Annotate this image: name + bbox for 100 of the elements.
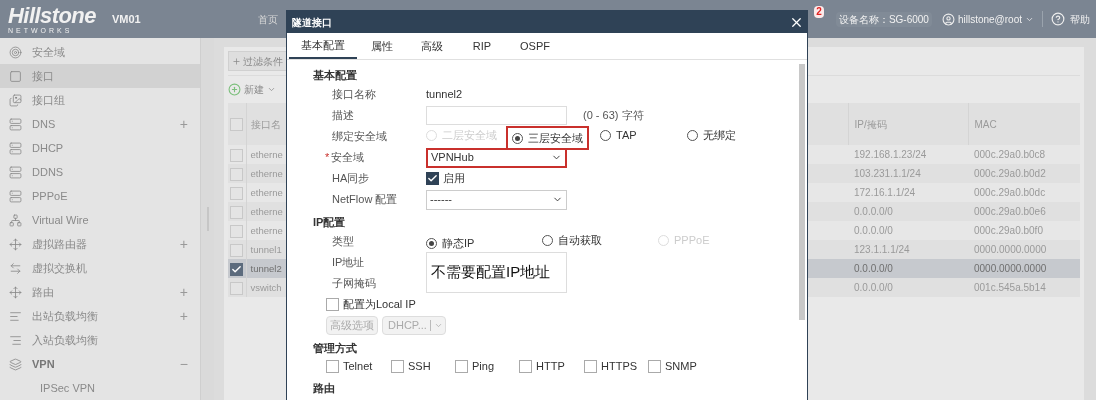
table-cell: 000c.29a0.b0f0 bbox=[974, 225, 1043, 236]
sidebar-item[interactable]: Virtual Wire bbox=[0, 208, 200, 232]
sidebar-item[interactable]: 安全域 bbox=[0, 40, 200, 64]
table-cell: 000c.29a0.b0e6 bbox=[974, 206, 1046, 217]
radio-button[interactable] bbox=[600, 129, 611, 141]
sidebar-item[interactable]: VPN − bbox=[0, 352, 200, 376]
checkbox[interactable] bbox=[391, 360, 404, 373]
square-icon bbox=[9, 69, 22, 83]
table-cell: 000c.29a0.b0c8 bbox=[974, 149, 1046, 160]
checkbox-label: 启用 bbox=[443, 171, 465, 187]
radio-button[interactable] bbox=[687, 129, 698, 141]
tab[interactable]: OSPF bbox=[507, 33, 563, 59]
arrows-icon bbox=[9, 261, 22, 275]
checkbox[interactable] bbox=[648, 360, 661, 373]
field-label: IP地址 bbox=[332, 255, 366, 271]
sidebar-item[interactable]: IPSec VPN bbox=[0, 376, 200, 400]
move-icon bbox=[9, 237, 22, 251]
section-title: IP配置 bbox=[313, 214, 347, 230]
table-cell: etherne bbox=[250, 167, 283, 179]
table-cell: 123.1.1.1/24 bbox=[854, 244, 910, 255]
radio-label: 三层安全域 bbox=[528, 131, 583, 146]
table-cell: etherne bbox=[250, 186, 283, 198]
checkbox[interactable] bbox=[426, 172, 439, 185]
sidebar-item[interactable]: 路由 + bbox=[0, 280, 200, 304]
table-cell: 192.168.1.23/24 bbox=[854, 149, 927, 160]
device-name: 设备名称：SG-6000 bbox=[835, 11, 932, 27]
sidebar-item[interactable]: DHCP bbox=[0, 136, 200, 160]
notification-badge: 2 bbox=[814, 6, 824, 18]
help-link[interactable]: 帮助 bbox=[1070, 11, 1090, 27]
toggle-sign[interactable]: + bbox=[179, 237, 188, 251]
sidebar-item[interactable]: 虚拟交换机 bbox=[0, 256, 200, 280]
server-icon bbox=[9, 117, 22, 131]
radio-button[interactable] bbox=[426, 237, 437, 249]
checkbox[interactable] bbox=[326, 360, 339, 373]
toggle-sign[interactable]: − bbox=[179, 357, 188, 371]
filter-button[interactable]: 过滤条件 bbox=[228, 51, 287, 71]
checkbox[interactable] bbox=[519, 360, 532, 373]
section-title: 基本配置 bbox=[313, 67, 358, 83]
sidebar-item[interactable]: 入站负载均衡 bbox=[0, 328, 200, 352]
checkbox-label: 配置为Local IP bbox=[343, 297, 416, 313]
field-value: tunnel2 bbox=[426, 87, 463, 103]
field-label: 类型 bbox=[332, 234, 354, 250]
field-label: NetFlow 配置 bbox=[332, 192, 398, 208]
sidebar-item[interactable]: DDNS bbox=[0, 160, 200, 184]
tab[interactable]: 属性 bbox=[357, 33, 407, 59]
plus-icon bbox=[232, 56, 241, 66]
sidebar-item[interactable]: 接口 bbox=[0, 64, 200, 88]
target-icon bbox=[9, 45, 22, 59]
checkbox-label: HTTP bbox=[536, 359, 565, 375]
server-icon bbox=[9, 141, 22, 155]
new-button[interactable]: 新建 bbox=[228, 82, 276, 97]
required-mark: * bbox=[325, 150, 330, 166]
table-cell: 0.0.0.0/0 bbox=[854, 282, 893, 293]
sidebar-item[interactable]: 接口组 bbox=[0, 88, 200, 112]
checkbox[interactable] bbox=[230, 262, 244, 276]
table-cell: 0000.0000.0000 bbox=[974, 263, 1047, 274]
tab[interactable]: RIP bbox=[457, 33, 507, 59]
field-hint: (0 - 63) 字符 bbox=[583, 108, 644, 124]
server-icon bbox=[9, 189, 22, 203]
network-icon bbox=[9, 213, 22, 227]
checkbox[interactable] bbox=[326, 298, 339, 311]
toggle-sign[interactable]: + bbox=[179, 117, 188, 131]
checkbox[interactable] bbox=[455, 360, 468, 373]
checkbox-label: HTTPS bbox=[601, 359, 638, 375]
select-field[interactable]: ------ bbox=[426, 189, 567, 210]
sidebar-item[interactable]: DNS + bbox=[0, 112, 200, 136]
select-field[interactable]: VPNHub bbox=[426, 147, 567, 168]
dialog-title: 隧道接口 bbox=[292, 15, 332, 30]
nav-link[interactable]: 首页 bbox=[258, 11, 278, 27]
field-label: HA同步 bbox=[332, 171, 370, 187]
table-cell: 0.0.0.0/0 bbox=[854, 225, 893, 236]
images-icon bbox=[9, 93, 22, 107]
tab[interactable]: 基本配置 bbox=[289, 33, 357, 59]
sidebar-item[interactable]: PPPoE bbox=[0, 184, 200, 208]
table-cell: 103.231.1.1/24 bbox=[854, 168, 921, 179]
description-field[interactable] bbox=[426, 106, 567, 125]
table-cell: 0000.0000.0000 bbox=[974, 244, 1047, 255]
field-label: 绑定安全域 bbox=[332, 129, 387, 145]
column-header: IP/掩码 bbox=[854, 118, 887, 130]
field-label: 描述 bbox=[332, 108, 354, 124]
sidebar-item[interactable]: 虚拟路由器 + bbox=[0, 232, 200, 256]
plus-circle-icon bbox=[228, 83, 241, 96]
table-cell: tunnel1 bbox=[250, 243, 282, 255]
radio-label: 自动获取 bbox=[558, 233, 602, 248]
radio-button[interactable] bbox=[512, 132, 523, 144]
tab[interactable]: 高级 bbox=[407, 33, 457, 59]
table-cell: etherne bbox=[250, 148, 283, 160]
field-label: 安全域 bbox=[331, 150, 365, 166]
radio-button[interactable] bbox=[542, 234, 553, 246]
help-icon[interactable] bbox=[1051, 12, 1065, 26]
list-icon bbox=[9, 309, 22, 323]
annotation-text: 不需要配置IP地址 bbox=[426, 252, 567, 293]
checkbox-label: Telnet bbox=[343, 359, 373, 375]
checkbox-label: Ping bbox=[472, 359, 495, 375]
toggle-sign[interactable]: + bbox=[179, 309, 188, 323]
toggle-sign[interactable]: + bbox=[179, 285, 188, 299]
user-menu[interactable]: hillstone@root bbox=[957, 11, 1034, 27]
sidebar-item[interactable]: 出站负载均衡 + bbox=[0, 304, 200, 328]
checkbox[interactable] bbox=[584, 360, 597, 373]
field-label: 接口名称 bbox=[332, 87, 376, 103]
